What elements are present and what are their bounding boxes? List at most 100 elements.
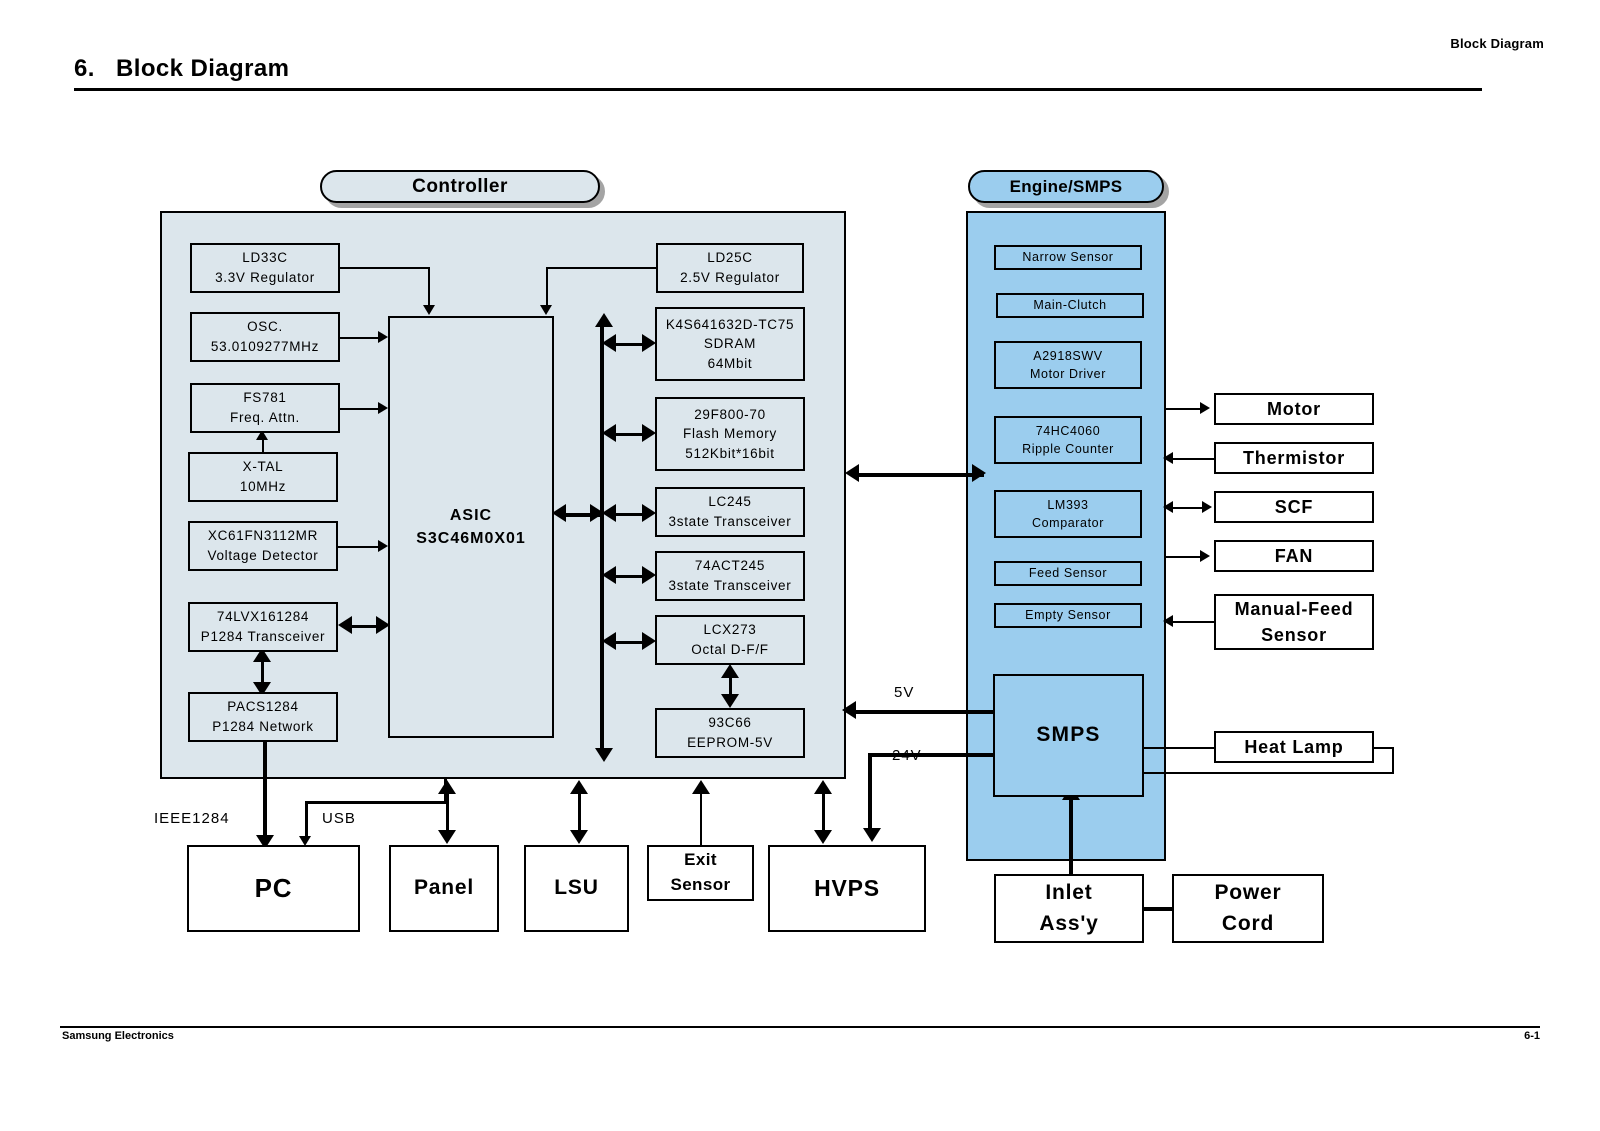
chip-narrow-sensor: Narrow Sensor xyxy=(994,245,1142,270)
chip-flash-memory: 29F800-70 Flash Memory 512Kbit*16bit xyxy=(655,397,805,471)
arrow-bus-to-flash xyxy=(642,424,656,442)
smps-block: SMPS xyxy=(993,674,1144,797)
peripheral-lsu: LSU xyxy=(524,845,629,932)
peripheral-exit-sensor: Exit Sensor xyxy=(647,845,754,901)
section-title: Block Diagram xyxy=(116,55,290,82)
arrow-asic-to-lvx xyxy=(338,616,352,634)
page-title: 6. Block Diagram xyxy=(74,55,289,83)
wire-ld25c-h xyxy=(546,267,658,269)
peripheral-hvps: HVPS xyxy=(768,845,926,932)
wire-heat-lamp-out-a xyxy=(1372,747,1394,749)
chip-ld33c: LD33C 3.3V Regulator xyxy=(190,243,340,293)
engine-tab: Engine/SMPS xyxy=(968,170,1164,203)
wire-24v-v xyxy=(868,753,872,831)
chip-main-clutch: Main-Clutch xyxy=(996,293,1144,318)
arrow-5v-to-controller xyxy=(842,701,856,719)
wire-5v xyxy=(855,710,995,714)
peripheral-inlet-assy: Inlet Ass'y xyxy=(994,874,1144,943)
arrow-controller-to-lsu xyxy=(570,830,588,844)
peripheral-panel: Panel xyxy=(389,845,499,932)
section-number: 6. xyxy=(74,55,95,82)
chip-osc: OSC. 53.0109277MHz xyxy=(190,312,340,362)
arrow-bus-to-asic xyxy=(552,504,566,522)
arrow-lcx273-to-bus xyxy=(602,632,616,650)
arrow-engine-to-scf xyxy=(1202,501,1212,513)
wire-inlet-smps xyxy=(1069,798,1073,874)
chip-pacs1284: PACS1284 P1284 Network xyxy=(188,692,338,742)
arrow-bus-up xyxy=(595,313,613,327)
wire-lsu xyxy=(578,792,581,834)
arrow-ld25c-to-asic xyxy=(540,305,552,315)
arrow-xc61fn-to-asic xyxy=(378,540,388,552)
footer-page-number: 6-1 xyxy=(1524,1030,1540,1042)
controller-tab: Controller xyxy=(320,170,600,203)
arrow-osc-to-asic xyxy=(378,331,388,343)
label-usb: USB xyxy=(322,810,356,827)
wire-ld25c-v xyxy=(546,267,548,307)
header-rule xyxy=(74,88,1482,91)
arrow-bus-down xyxy=(595,748,613,762)
wire-manual-feed xyxy=(1170,621,1214,623)
peripheral-heat-lamp: Heat Lamp xyxy=(1214,731,1374,763)
arrow-hvps-to-controller xyxy=(814,780,832,794)
wire-motor xyxy=(1166,408,1202,410)
wire-xc61fn xyxy=(338,546,382,548)
arrow-fs781-to-asic xyxy=(378,402,388,414)
arrow-to-fan xyxy=(1200,550,1210,562)
memory-bus-trunk xyxy=(600,326,604,751)
arrow-manual-feed-to-engine xyxy=(1163,615,1173,627)
arrow-panel-to-controller xyxy=(438,780,456,794)
chip-sdram: K4S641632D-TC75 SDRAM 64Mbit xyxy=(655,307,805,381)
arrow-controller-to-panel xyxy=(438,830,456,844)
controller-tab-label: Controller xyxy=(412,175,508,197)
chip-93c66: 93C66 EEPROM-5V xyxy=(655,708,805,758)
arrow-24v-to-hvps xyxy=(863,828,881,842)
arrow-93c66-to-lcx273 xyxy=(721,664,739,678)
arrow-controller-to-hvps xyxy=(814,830,832,844)
chip-74act245: 74ACT245 3state Transceiver xyxy=(655,551,805,601)
wire-thermistor xyxy=(1170,458,1214,460)
arrow-74act245-to-bus xyxy=(602,566,616,584)
wire-fan xyxy=(1166,556,1202,558)
running-head: Block Diagram xyxy=(1450,36,1544,51)
arrow-bus-to-74act245 xyxy=(642,566,656,584)
page-root: Block Diagram 6. Block Diagram Controlle… xyxy=(0,0,1600,1131)
footer-company: Samsung Electronics xyxy=(62,1030,174,1042)
wire-heat-lamp-return xyxy=(1144,772,1394,774)
chip-xtal: X-TAL 10MHz xyxy=(188,452,338,502)
arrow-lc245-to-bus xyxy=(602,504,616,522)
wire-fs781 xyxy=(340,408,382,410)
arrow-bus-to-sdram xyxy=(642,334,656,352)
chip-feed-sensor: Feed Sensor xyxy=(994,561,1142,586)
label-24v: 24V xyxy=(892,747,922,764)
peripheral-motor: Motor xyxy=(1214,393,1374,425)
peripheral-thermistor: Thermistor xyxy=(1214,442,1374,474)
peripheral-fan: FAN xyxy=(1214,540,1374,572)
chip-lc245: LC245 3state Transceiver xyxy=(655,487,805,537)
arrow-exit-sensor-to-controller xyxy=(692,780,710,794)
chip-lcx273: LCX273 Octal D-F/F xyxy=(655,615,805,665)
arrow-thermistor-to-engine xyxy=(1163,452,1173,464)
wire-inlet-power-cord xyxy=(1144,907,1174,911)
wire-ld33c-v xyxy=(428,267,430,307)
wire-ieee1284 xyxy=(263,742,267,840)
arrow-to-motor xyxy=(1200,402,1210,414)
wire-controller-engine xyxy=(858,473,984,477)
wire-exit-sensor xyxy=(700,792,702,845)
arrow-bus-to-lcx273 xyxy=(642,632,656,650)
wire-scf xyxy=(1172,507,1204,509)
arrow-bus-to-lc245 xyxy=(642,504,656,522)
wire-usb-v2 xyxy=(305,801,308,840)
chip-lm393: LM393 Comparator xyxy=(994,490,1142,538)
footer-rule xyxy=(60,1026,1540,1028)
engine-tab-label: Engine/SMPS xyxy=(1009,176,1123,196)
chip-fs781: FS781 Freq. Attn. xyxy=(190,383,340,433)
asic-block: ASIC S3C46M0X01 xyxy=(388,316,554,738)
chip-74lvx161284: 74LVX161284 P1284 Transceiver xyxy=(188,602,338,652)
wire-osc xyxy=(340,337,382,339)
arrow-flash-to-bus xyxy=(602,424,616,442)
arrow-scf-to-engine xyxy=(1163,501,1173,513)
arrow-sdram-to-bus xyxy=(602,334,616,352)
chip-empty-sensor: Empty Sensor xyxy=(994,603,1142,628)
arrow-lcx273-to-93c66 xyxy=(721,694,739,708)
